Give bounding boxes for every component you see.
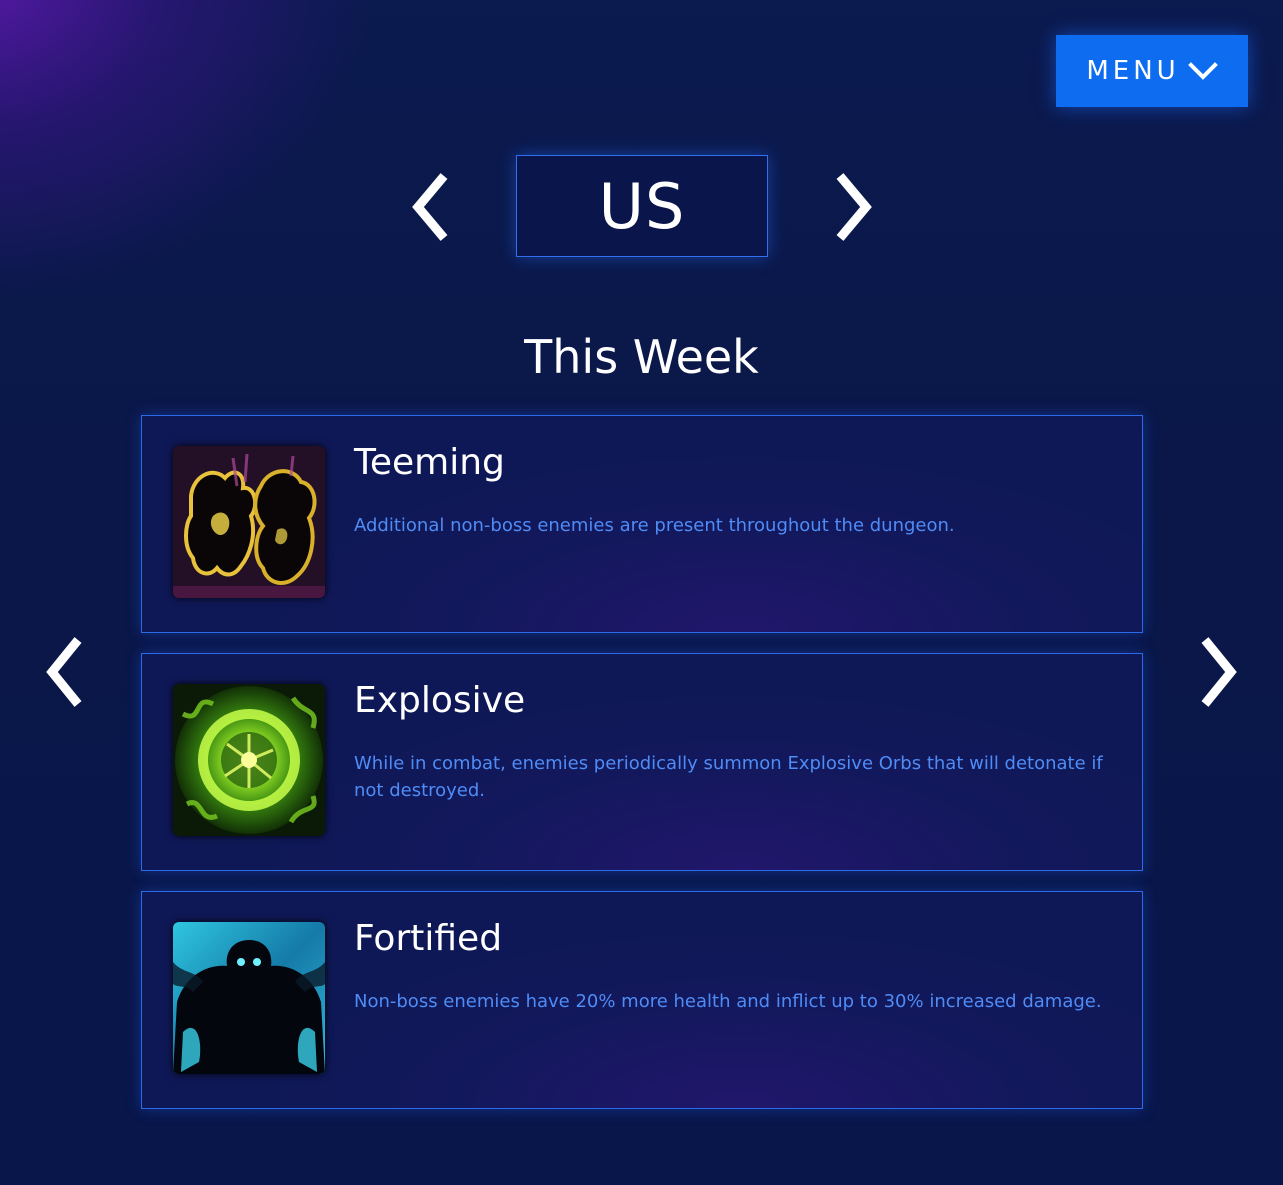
- affix-card-explosive: Explosive While in combat, enemies perio…: [141, 653, 1143, 871]
- affix-name: Fortified: [354, 918, 503, 959]
- menu-button[interactable]: MENU: [1056, 35, 1248, 107]
- region-label: US: [598, 169, 686, 243]
- affix-name: Explosive: [354, 680, 526, 721]
- chevron-right-icon: [836, 173, 872, 241]
- region-prev-button[interactable]: [410, 172, 450, 242]
- affix-description: While in combat, enemies periodically su…: [354, 753, 1103, 801]
- region-selector[interactable]: US: [516, 155, 768, 257]
- region-next-button[interactable]: [834, 172, 874, 242]
- week-next-button[interactable]: [1199, 636, 1239, 708]
- chevron-down-icon: [1187, 61, 1218, 81]
- chevron-right-icon: [1201, 637, 1237, 707]
- fortified-icon: [173, 922, 325, 1074]
- week-prev-button[interactable]: [44, 636, 84, 708]
- affix-card-fortified: Fortified Non-boss enemies have 20% more…: [141, 891, 1143, 1109]
- week-title: This Week: [524, 330, 759, 384]
- chevron-left-icon: [46, 637, 82, 707]
- affix-description: Additional non-boss enemies are present …: [354, 515, 955, 536]
- chevron-left-icon: [412, 173, 448, 241]
- affix-description: Non-boss enemies have 20% more health an…: [354, 991, 1102, 1012]
- affix-name: Teeming: [354, 442, 505, 483]
- explosive-icon: [173, 684, 325, 836]
- teeming-icon: [173, 446, 325, 598]
- menu-label: MENU: [1086, 56, 1180, 86]
- affix-card-teeming: Teeming Additional non-boss enemies are …: [141, 415, 1143, 633]
